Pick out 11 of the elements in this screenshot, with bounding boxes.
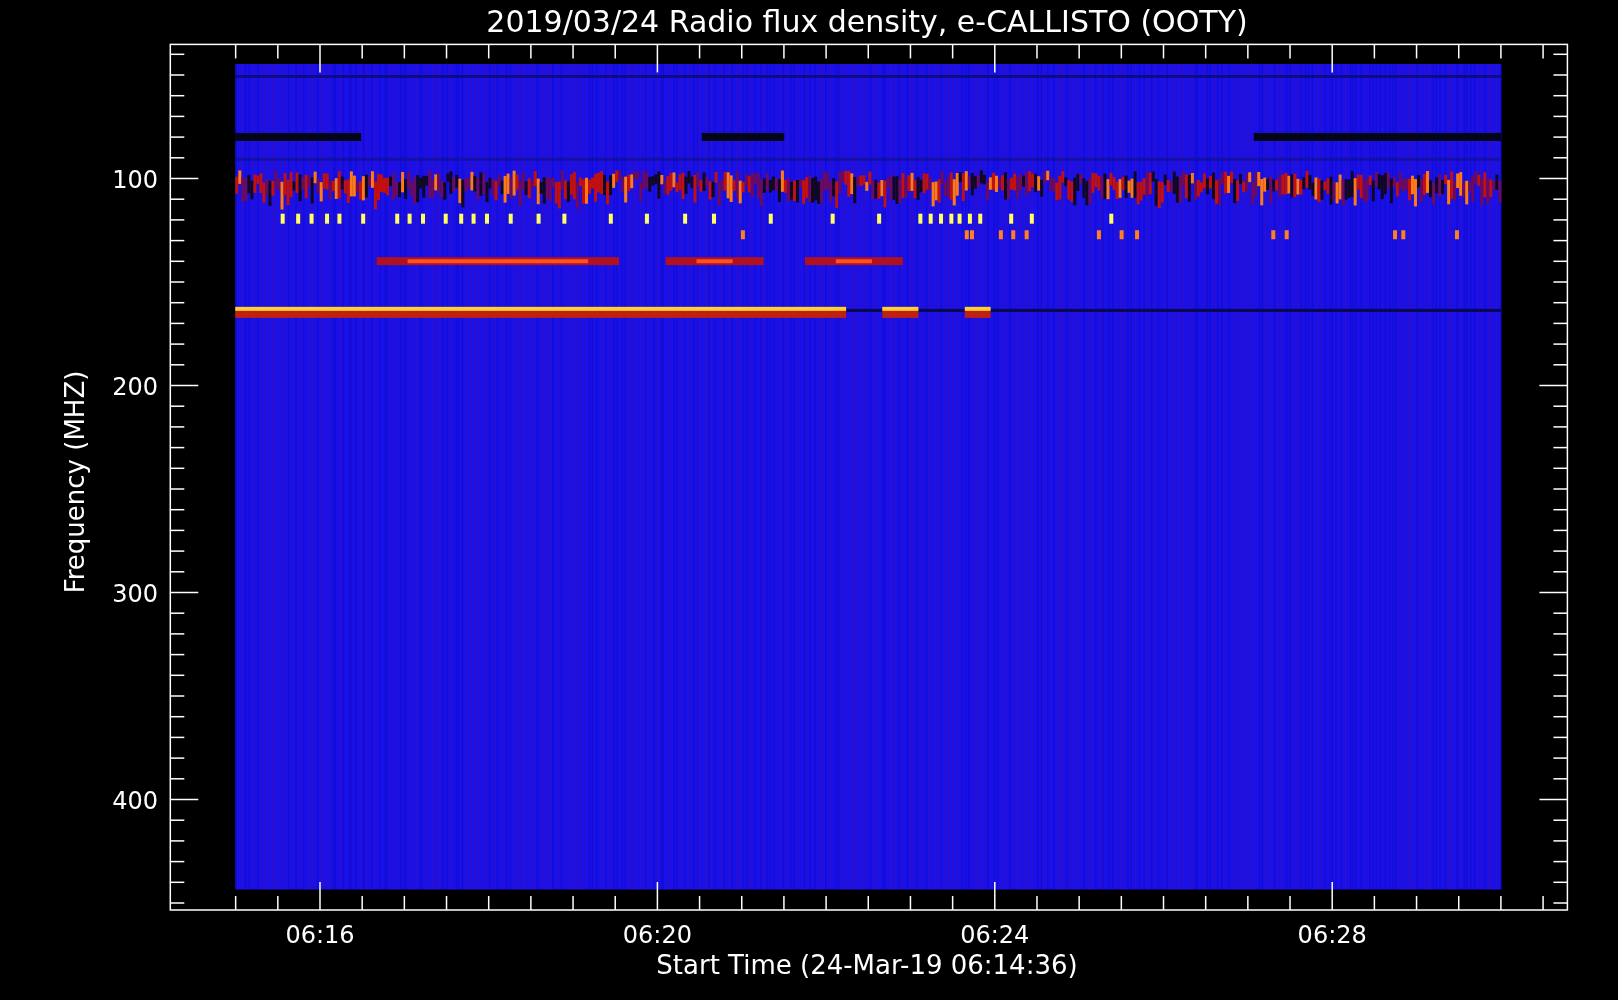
y-tick-label: 200: [112, 372, 158, 401]
x-tick-label: 06:16: [285, 921, 355, 949]
chart-title: 2019/03/24 Radio flux density, e-CALLISTO (OOTY): [486, 4, 1248, 39]
y-tick-label: 300: [112, 579, 158, 608]
y-tick-label: 100: [112, 165, 158, 194]
x-axis-label: Start Time (24-Mar-19 06:14:36): [656, 950, 1078, 980]
x-tick-label: 06:28: [1297, 921, 1367, 949]
x-tick-label: 06:24: [960, 921, 1030, 949]
y-axis-label: Frequency (MHZ): [60, 370, 90, 594]
x-tick-label: 06:20: [622, 921, 692, 949]
y-tick-label: 400: [112, 786, 158, 815]
